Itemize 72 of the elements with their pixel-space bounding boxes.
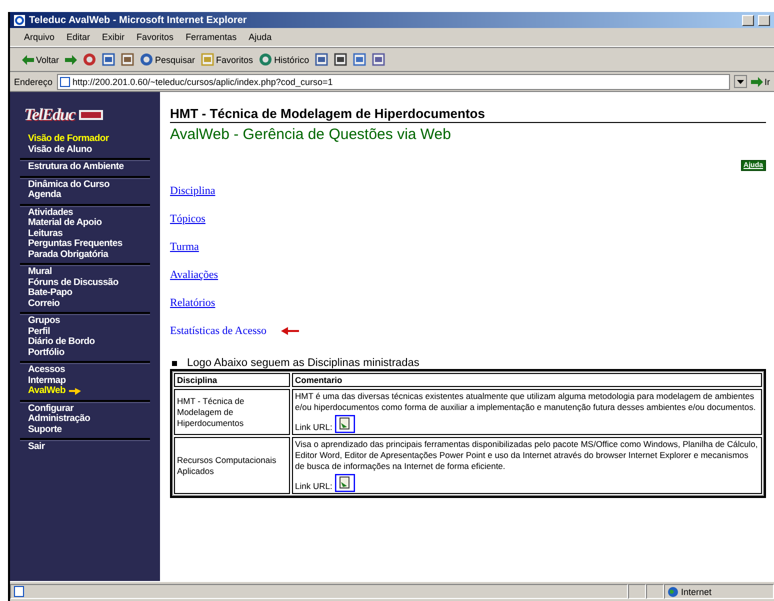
sidebar-item[interactable]: Parada Obrigatória — [28, 250, 150, 260]
nav-link[interactable]: Turma — [170, 241, 199, 253]
menu-item[interactable]: Arquivo — [24, 32, 55, 42]
nav-link[interactable]: Relatórios — [170, 297, 216, 309]
logo: TelEduc — [24, 105, 75, 125]
sidebar-item[interactable]: Intermap — [28, 376, 150, 386]
sidebar-item[interactable]: Material de Apoio — [28, 218, 150, 228]
sidebar-item[interactable]: Visão de Formador — [28, 134, 150, 144]
table-cell: Recursos Computacionais Aplicados — [174, 437, 290, 494]
logo-badge-icon — [78, 110, 103, 120]
page-icon — [14, 586, 24, 597]
column-header: Disciplina — [174, 373, 290, 387]
comment-text: HMT é uma das diversas técnicas existentes atualmente que utilizam alguma metodologia para modelagem de ambientes e/ou hiperdocumentos como forma de auxiliar a implementação e manutenção futura desses ambientes e/ou documentos. — [295, 391, 757, 413]
sidebar-item[interactable]: Perfil — [28, 326, 150, 337]
page-title: AvalWeb - Gerência de Questões via Web — [170, 126, 452, 143]
sidebar-item[interactable]: Visão de Aluno — [28, 144, 150, 155]
nav-link[interactable]: Disciplina — [170, 185, 216, 197]
sidebar-item[interactable]: Dinâmica do Curso — [28, 180, 150, 190]
sidebar-item[interactable]: Portfólio — [28, 348, 150, 358]
sidebar-item[interactable]: Suporte — [28, 424, 150, 435]
menu-item[interactable]: Ferramentas — [186, 32, 237, 42]
back-arrow-icon[interactable] — [22, 54, 34, 64]
sidebar-item[interactable]: Agenda — [28, 190, 150, 200]
course-title: HMT - Técnica de Modelagem de Hiperdocumentos — [170, 106, 766, 123]
comment-text: Visa o aprendizado das principais ferramentas disponibilizadas pelo pacote MS/Office como Windows, Planilha de Cálculo, Editor Word, Editor de Apresentações Power Point e uso da Internet através do browser Internet Explorer e mecanismos de busca de informações na Internet de forma eficiente. — [295, 439, 759, 472]
toolbar-button[interactable]: Pesquisar — [140, 53, 196, 66]
dropdown-button[interactable] — [734, 75, 746, 88]
toolbar-button[interactable]: Favoritos — [201, 53, 254, 66]
sidebar-item[interactable]: Grupos — [28, 316, 150, 326]
toolbar-button[interactable]: Histórico — [259, 53, 310, 66]
forward-arrow-icon[interactable] — [65, 54, 78, 64]
menu-item[interactable]: Favoritos — [136, 32, 174, 42]
window-title: Teleduc AvalWeb - Microsoft Internet Explorer — [29, 14, 248, 26]
sidebar-item[interactable]: Fóruns de Discussão — [28, 278, 150, 288]
page-icon — [60, 76, 70, 86]
nav-link[interactable]: Estatísticas de Acesso — [170, 325, 267, 337]
sidebar-item[interactable]: Atividades — [28, 208, 150, 218]
sidebar-item[interactable]: Diário de Bordo — [28, 337, 150, 348]
sidebar-item[interactable]: Configurar — [28, 404, 150, 414]
bullet-icon — [172, 360, 177, 366]
sidebar-item[interactable]: AvalWeb — [28, 386, 150, 396]
table-cell: HMT - Técnica de Modelagem de Hiperdocumentos — [174, 389, 290, 435]
document-link-icon[interactable] — [335, 415, 356, 433]
arrow-icon — [280, 327, 299, 335]
document-link-icon[interactable] — [335, 474, 356, 492]
caret-icon — [736, 80, 744, 84]
sidebar-item[interactable]: Sair — [28, 442, 150, 452]
browser-icon — [14, 14, 25, 26]
minimize-button[interactable] — [742, 14, 754, 26]
section-heading: Logo Abaixo seguem as Disciplinas ministradas — [187, 357, 420, 369]
menu-item[interactable]: Exibir — [102, 32, 125, 42]
globe-icon — [668, 586, 678, 596]
menu-item[interactable]: Ajuda — [248, 32, 272, 42]
toolbar-button[interactable]: Voltar — [22, 54, 60, 64]
link-label: Link URL: — [295, 481, 332, 492]
menu-item[interactable]: Editar — [66, 32, 90, 42]
sidebar-item[interactable]: Mural — [28, 267, 150, 278]
sidebar-item[interactable]: Correio — [28, 298, 150, 309]
sidebar-item[interactable]: Acessos — [28, 365, 150, 376]
sidebar-item[interactable]: Estrutura do Ambiente — [28, 162, 150, 172]
zone-label: Internet — [681, 586, 712, 596]
sidebar-item[interactable]: Leituras — [28, 228, 150, 239]
link-label: Link URL: — [295, 422, 332, 433]
sidebar-item[interactable]: Perguntas Frequentes — [28, 239, 150, 250]
maximize-button[interactable] — [758, 14, 770, 26]
address-label: Endereço — [14, 76, 53, 86]
nav-link[interactable]: Avaliações — [170, 269, 218, 281]
sidebar-item[interactable]: Bate-Papo — [28, 288, 150, 298]
nav-link[interactable]: Tópicos — [170, 213, 206, 225]
sidebar-item[interactable]: Administração — [28, 414, 150, 424]
address-field[interactable]: http://200.201.0.60/~teleduc/cursos/aplic/index.php?cod_curso=1 — [56, 74, 730, 90]
column-header: Comentario — [292, 373, 762, 387]
